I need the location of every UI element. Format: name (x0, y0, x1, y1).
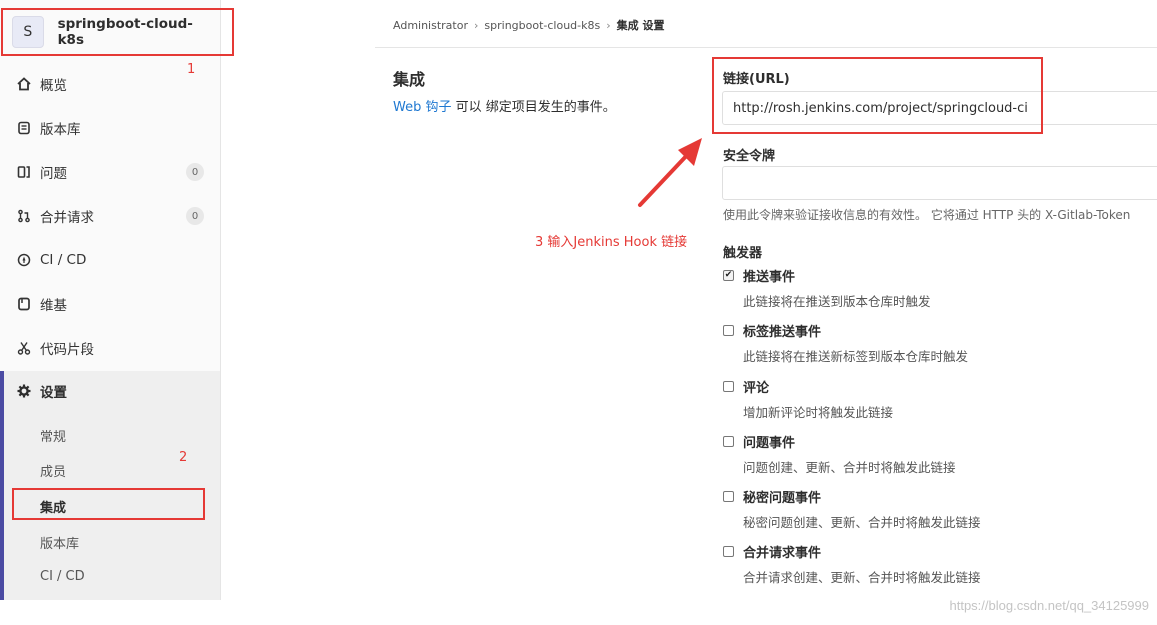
trigger-name: 推送事件 (743, 270, 796, 285)
trigger-issue-events[interactable]: 问题事件 (723, 432, 795, 451)
sidebar-item-label: 代码片段 (40, 342, 94, 358)
secret-token-input[interactable] (722, 166, 1157, 200)
sidebar-item-label: 概览 (40, 78, 67, 94)
checkbox[interactable] (723, 491, 734, 502)
sidebar-item-settings[interactable]: 设置 (16, 381, 67, 401)
sidebar-item-label: 版本库 (40, 122, 81, 138)
watermark: https://blog.csdn.net/qq_34125999 (949, 598, 1150, 613)
secret-token-label: 安全令牌 (723, 149, 776, 164)
trigger-desc: 此链接将在推送到版本仓库时触发 (743, 294, 931, 309)
trigger-tag-push-events[interactable]: 标签推送事件 (723, 321, 821, 340)
triggers-label: 触发器 (723, 246, 763, 261)
wiki-icon (16, 296, 32, 312)
merge-request-icon (16, 208, 32, 224)
settings-sub-general[interactable]: 常规 (40, 426, 66, 445)
settings-sub-repository[interactable]: 版本库 (40, 533, 79, 552)
trigger-confidential-issue-events[interactable]: 秘密问题事件 (723, 487, 821, 506)
trigger-name: 合并请求事件 (743, 546, 822, 561)
trigger-merge-request-events[interactable]: 合并请求事件 (723, 542, 821, 561)
sidebar-item-repository[interactable]: 版本库 (0, 106, 220, 150)
trigger-desc: 合并请求创建、更新、合并时将触发此链接 (743, 570, 981, 585)
checkbox-checked[interactable]: ✔ (723, 270, 734, 281)
chevron-right-icon: › (474, 18, 479, 32)
trigger-name: 秘密问题事件 (743, 491, 822, 506)
checkbox[interactable] (723, 436, 734, 447)
annotation-box-project (1, 8, 234, 56)
settings-group: 设置 常规 成员 集成 版本库 CI / CD (0, 371, 220, 600)
chevron-right-icon: › (606, 18, 611, 32)
sidebar-item-merge-requests[interactable]: 合并请求 0 (0, 194, 220, 238)
repository-icon (16, 120, 32, 136)
secret-token-help: 使用此令牌来验证接收信息的有效性。 它将通过 HTTP 头的 X-Gitlab-… (723, 208, 1131, 222)
trigger-desc: 增加新评论时将触发此链接 (743, 405, 894, 420)
sidebar-item-label: CI / CD (40, 252, 87, 268)
trigger-name: 标签推送事件 (743, 325, 822, 340)
sidebar-item-wiki[interactable]: 维基 (0, 282, 220, 326)
breadcrumb: Administrator › springboot-cloud-k8s › 集… (393, 17, 664, 33)
sidebar-item-ci-cd[interactable]: CI / CD (0, 238, 220, 282)
sidebar-item-snippets[interactable]: 代码片段 (0, 326, 220, 370)
settings-sub-ci-cd[interactable]: CI / CD (40, 569, 85, 584)
annotation-step-1: 1 (187, 62, 196, 77)
issues-icon (16, 164, 32, 180)
rocket-icon (16, 252, 32, 268)
merge-requests-count-badge: 0 (186, 207, 204, 225)
description-text: 可以 绑定项目发生的事件。 (451, 100, 616, 115)
annotation-box-url (712, 57, 1043, 134)
trigger-desc: 问题创建、更新、合并时将触发此链接 (743, 460, 956, 475)
home-icon (16, 76, 32, 92)
webhooks-link[interactable]: Web 钩子 (393, 100, 451, 115)
sidebar-item-label: 合并请求 (40, 210, 94, 226)
breadcrumb-current[interactable]: 集成 设置 (617, 17, 665, 33)
trigger-desc: 此链接将在推送新标签到版本仓库时触发 (743, 349, 969, 364)
issues-count-badge: 0 (186, 163, 204, 181)
checkbox[interactable] (723, 381, 734, 392)
trigger-desc: 秘密问题创建、更新、合并时将触发此链接 (743, 515, 981, 530)
annotation-step-2: 2 (179, 450, 188, 465)
annotation-arrow-icon (638, 138, 702, 207)
breadcrumb-project[interactable]: springboot-cloud-k8s (484, 19, 600, 32)
trigger-name: 评论 (743, 381, 770, 396)
section-description: Web 钩子 可以 绑定项目发生的事件。 (393, 96, 616, 115)
settings-sub-members[interactable]: 成员 (40, 461, 66, 480)
sidebar-item-label: 维基 (40, 298, 67, 314)
breadcrumb-root[interactable]: Administrator (393, 19, 468, 32)
snippet-icon (16, 340, 32, 356)
checkbox[interactable] (723, 325, 734, 336)
header-divider (375, 47, 1157, 48)
sidebar-item-issues[interactable]: 问题 0 (0, 150, 220, 194)
trigger-push-events[interactable]: ✔ 推送事件 (723, 266, 795, 285)
sidebar-item-label: 问题 (40, 166, 67, 182)
checkbox[interactable] (723, 546, 734, 557)
settings-label: 设置 (40, 385, 67, 401)
trigger-comments[interactable]: 评论 (723, 377, 769, 396)
page-title: 集成 (393, 70, 426, 89)
gear-icon (16, 383, 32, 399)
trigger-name: 问题事件 (743, 436, 796, 451)
annotation-box-integrations (12, 488, 205, 520)
annotation-step-3: 3 输入Jenkins Hook 链接 (535, 235, 688, 250)
